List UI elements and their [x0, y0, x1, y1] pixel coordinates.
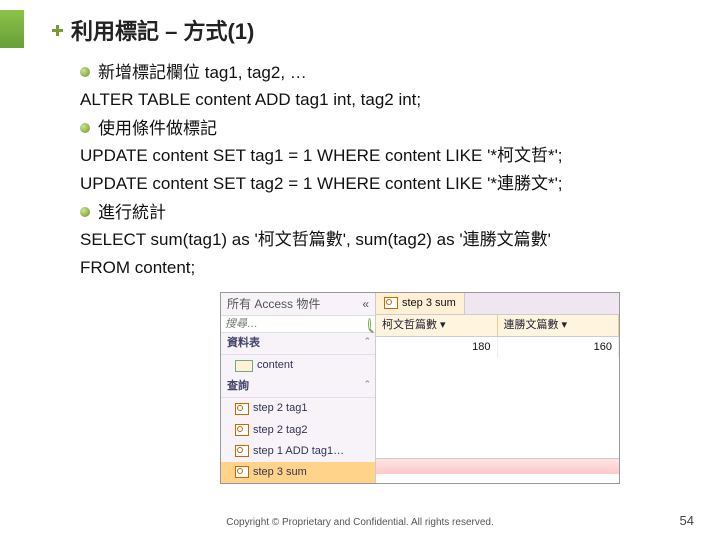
code-line-3: UPDATE content SET tag2 = 1 WHERE conten… — [80, 171, 680, 197]
query-icon — [235, 466, 249, 478]
bullet-1: 新增標記欄位 tag1, tag2, … — [80, 60, 680, 86]
query-icon — [235, 424, 249, 436]
page-number: 54 — [680, 513, 694, 528]
tab-step3[interactable]: step 3 sum — [376, 293, 465, 314]
title-bullet-icon — [52, 25, 63, 36]
bullet-1-text: 新增標記欄位 tag1, tag2, … — [98, 60, 307, 86]
col-header-1[interactable]: 柯文哲篇數 ▾ — [376, 315, 498, 336]
slide: 利用標記 – 方式(1) 新增標記欄位 tag1, tag2, … ALTER … — [0, 0, 720, 484]
result-row[interactable]: 180 160 — [376, 337, 619, 358]
result-pane: step 3 sum 柯文哲篇數 ▾ 連勝文篇數 ▾ 180 160 — [376, 293, 619, 483]
nav-pane-header[interactable]: 所有 Access 物件 « — [221, 293, 375, 317]
bullet-3: 進行統計 — [80, 200, 680, 226]
nav-item-step1-add[interactable]: step 1 ADD tag1… — [221, 441, 375, 462]
chevron-up-icon: ˆ — [365, 378, 369, 395]
code-line-1: ALTER TABLE content ADD tag1 int, tag2 i… — [80, 87, 680, 113]
blank-area — [376, 358, 619, 458]
collapse-icon[interactable]: « — [362, 295, 369, 314]
query-icon — [235, 445, 249, 457]
col-header-2[interactable]: 連勝文篇數 ▾ — [498, 315, 620, 336]
code-line-5: FROM content; — [80, 255, 680, 281]
group-tables[interactable]: 資料表ˆ — [221, 333, 375, 355]
nav-pane-title: 所有 Access 物件 — [227, 295, 320, 314]
slide-title: 利用標記 – 方式(1) — [52, 14, 680, 46]
nav-item-content[interactable]: content — [221, 355, 375, 376]
bullet-icon — [80, 67, 90, 77]
search-row — [221, 316, 375, 333]
chevron-up-icon: ˆ — [365, 335, 369, 352]
query-icon — [235, 403, 249, 415]
bullet-2-text: 使用條件做標記 — [98, 116, 217, 142]
result-header: 柯文哲篇數 ▾ 連勝文篇數 ▾ — [376, 315, 619, 337]
access-screenshot: 所有 Access 物件 « 資料表ˆ content — [220, 292, 620, 484]
nav-item-step2-tag2[interactable]: step 2 tag2 — [221, 420, 375, 441]
code-line-4: SELECT sum(tag1) as '柯文哲篇數', sum(tag2) a… — [80, 227, 680, 253]
search-input[interactable] — [225, 318, 368, 330]
bullet-icon — [80, 123, 90, 133]
cell-val2: 160 — [498, 337, 620, 358]
nav-item-step3-sum[interactable]: step 3 sum — [221, 462, 375, 483]
table-icon — [235, 360, 253, 372]
record-nav-bar[interactable] — [376, 458, 619, 474]
accent-bar — [0, 10, 24, 48]
bullet-2: 使用條件做標記 — [80, 116, 680, 142]
footer: Copyright © Proprietary and Confidential… — [0, 517, 720, 528]
bullet-3-text: 進行統計 — [98, 200, 166, 226]
tab-bar: step 3 sum — [376, 293, 619, 315]
bullet-icon — [80, 207, 90, 217]
cell-val1: 180 — [376, 337, 498, 358]
code-line-2: UPDATE content SET tag1 = 1 WHERE conten… — [80, 143, 680, 169]
nav-pane: 所有 Access 物件 « 資料表ˆ content — [221, 293, 376, 483]
nav-item-step2-tag1[interactable]: step 2 tag1 — [221, 398, 375, 419]
slide-body: 新增標記欄位 tag1, tag2, … ALTER TABLE content… — [80, 60, 680, 484]
group-queries[interactable]: 查詢ˆ — [221, 376, 375, 398]
search-icon[interactable] — [368, 318, 371, 330]
query-icon — [384, 297, 398, 309]
title-text: 利用標記 – 方式(1) — [71, 14, 254, 46]
